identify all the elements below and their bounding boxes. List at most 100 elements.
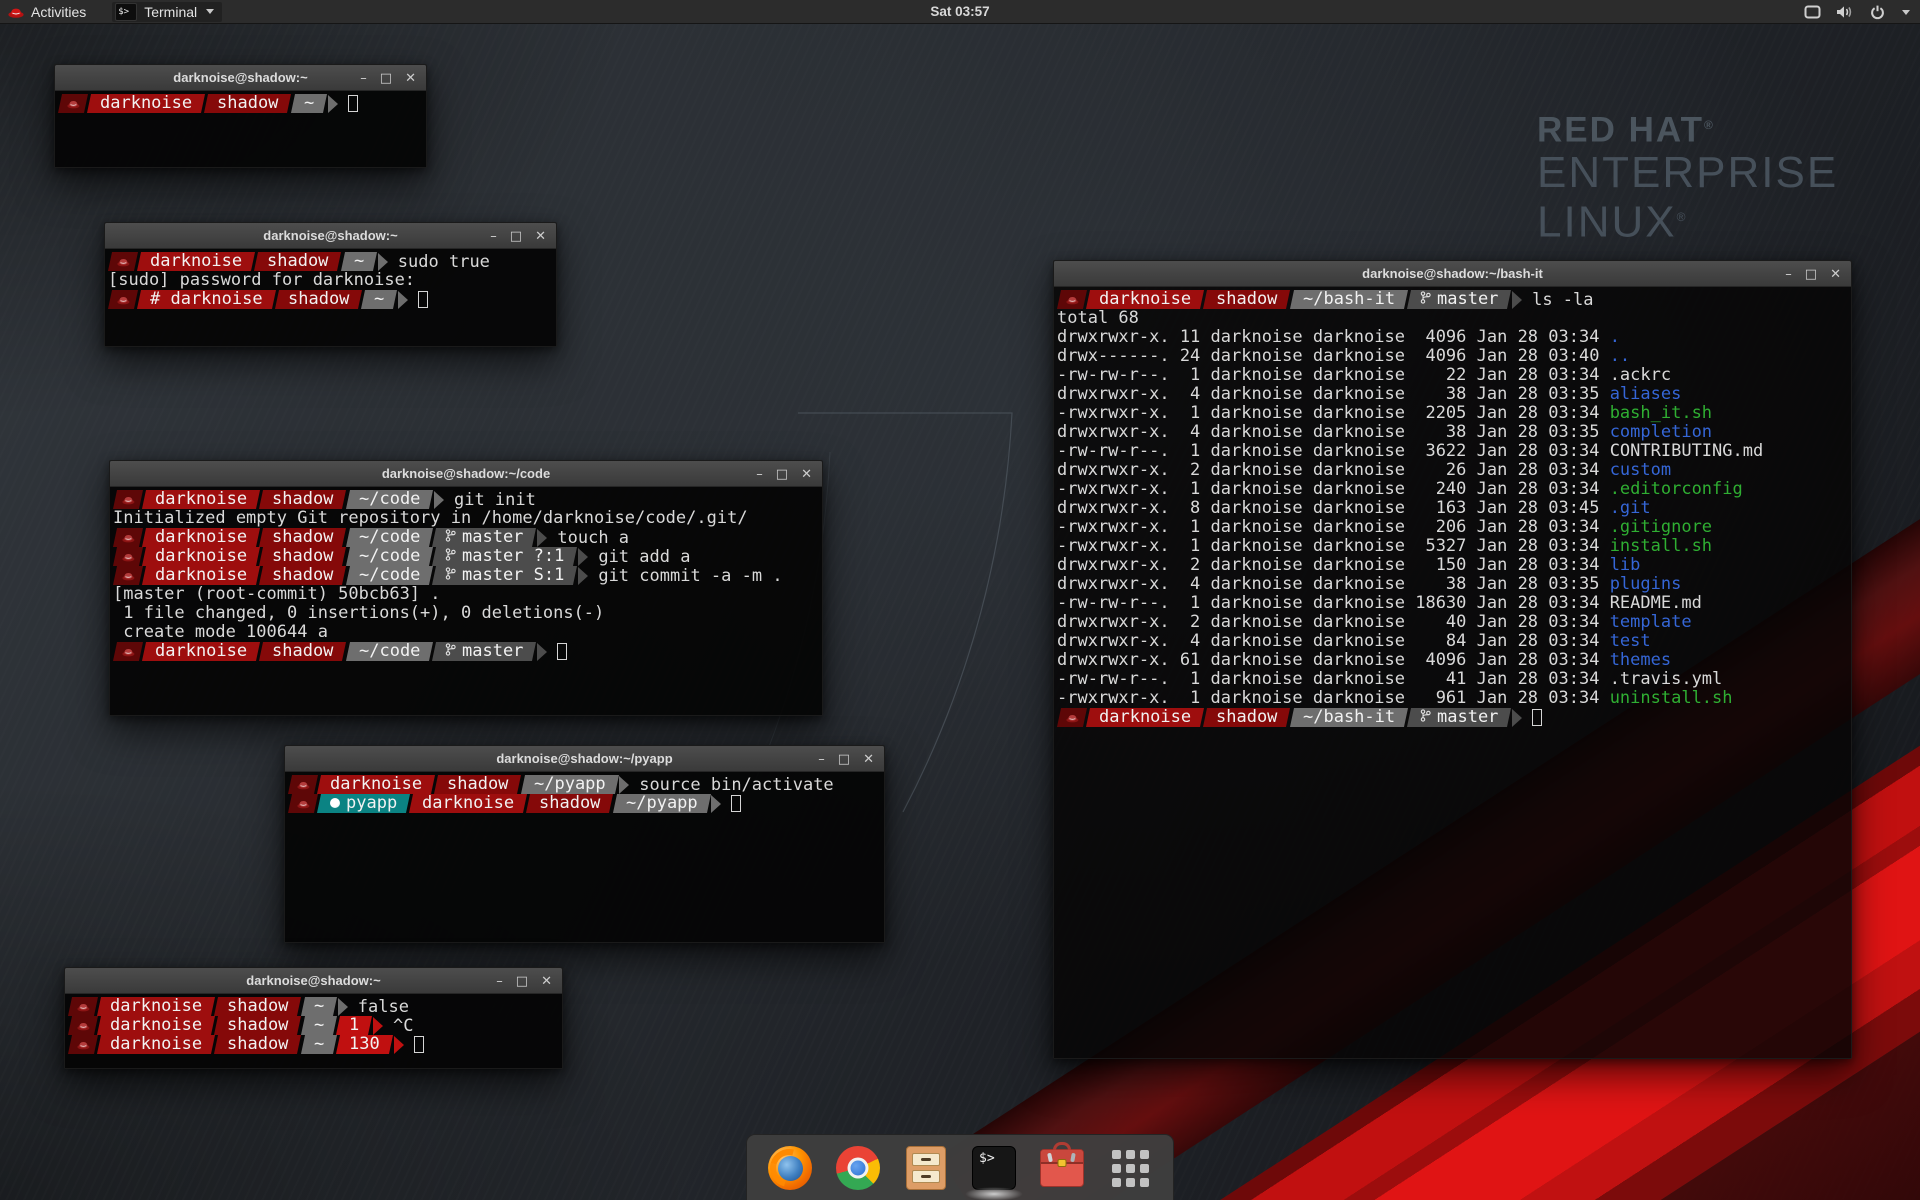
prompt-segment-user: darknoise (317, 775, 435, 794)
window-titlebar[interactable]: darknoise@shadow:~ –□ ✕ (65, 968, 562, 994)
window-titlebar[interactable]: darknoise@shadow:~/bash-it–□✕ (1054, 261, 1851, 287)
dock-item-app-grid[interactable] (1107, 1145, 1153, 1191)
app-grid-icon (1112, 1150, 1149, 1187)
close-button[interactable]: ✕ (405, 72, 416, 85)
terminal-cursor[interactable] (414, 1036, 424, 1053)
git-branch-icon (445, 548, 456, 561)
close-button[interactable]: ✕ (801, 468, 812, 481)
prompt-segment-exit: 130 (336, 1035, 393, 1054)
prompt-segment-user: darknoise (409, 794, 527, 813)
dock-item-terminal[interactable]: $> (971, 1145, 1017, 1191)
prompt-segment-path: ~/bash-it (1290, 708, 1408, 727)
terminal-output-line: Initialized empty Git repository in /hom… (113, 509, 819, 528)
window-titlebar[interactable]: darknoise@shadow:~/code–□✕ (110, 461, 822, 487)
power-icon[interactable] (1870, 5, 1885, 20)
terminal-cursor[interactable] (1532, 709, 1542, 726)
terminal-window-4[interactable]: darknoise@shadow:~/pyapp–□✕darknoiseshad… (284, 745, 885, 943)
git-branch-icon (1420, 291, 1431, 304)
ls-row: drwxrwxr-x. 2 darknoise darknoise 26 Jan… (1057, 461, 1848, 480)
ls-row: -rw-rw-r--. 1 darknoise darknoise 22 Jan… (1057, 366, 1848, 385)
ls-row: drwxrwxr-x. 2 darknoise darknoise 40 Jan… (1057, 613, 1848, 632)
red-hat-prompt-icon (1066, 295, 1079, 305)
ls-filename: .ackrc (1610, 365, 1671, 385)
dock-item-files[interactable] (903, 1145, 949, 1191)
dock-item-firefox[interactable] (767, 1145, 813, 1191)
terminal-window-6[interactable]: darknoise@shadow:~/bash-it–□✕darknoisesh… (1053, 260, 1852, 1059)
close-button[interactable]: ✕ (863, 753, 874, 766)
terminal-cursor[interactable] (731, 795, 741, 812)
prompt-segment-git: master (1407, 708, 1511, 727)
terminal-window-5[interactable]: darknoise@shadow:~ –□ ✕ darknoiseshadow~fal… (64, 967, 563, 1069)
minimize-button[interactable]: – (818, 753, 825, 766)
brand-linux: LINUX® (1537, 195, 1838, 245)
window-controls: –□ ✕ (496, 968, 552, 994)
prompt-segment-path: ~ (301, 1035, 337, 1054)
prompt-segment-host: shadow (1203, 290, 1290, 309)
close-button[interactable]: ✕ (541, 975, 552, 988)
volume-icon[interactable] (1836, 5, 1855, 19)
window-titlebar[interactable]: darknoise@shadow:~–□✕ (55, 65, 426, 91)
ls-filename: aliases (1610, 384, 1682, 404)
chevron-down-icon (1902, 10, 1910, 15)
prompt-segment-host: shadow (259, 642, 346, 661)
maximize-button[interactable]: □ (776, 468, 788, 481)
window-controls: –□ ✕ (756, 461, 812, 487)
minimize-button[interactable]: – (496, 975, 503, 988)
window-controls: –□ ✕ (360, 65, 416, 91)
terminal-content[interactable]: darknoiseshadow~ (55, 91, 426, 167)
typed-command: git commit -a -m . (598, 566, 782, 586)
maximize-button[interactable]: □ (510, 230, 522, 243)
prompt-line: darknoiseshadow~/codemaster (113, 642, 819, 661)
prompt-line: darknoiseshadow~/codemaster S:1git commi… (113, 566, 819, 585)
prompt-line: darknoiseshadow~/codemastertouch a (113, 528, 819, 547)
ls-filename: .. (1610, 346, 1630, 366)
prompt-segment-host: shadow (259, 566, 346, 585)
close-button[interactable]: ✕ (535, 230, 546, 243)
dock-item-toolbox[interactable] (1039, 1145, 1085, 1191)
maximize-button[interactable]: □ (1805, 268, 1817, 281)
terminal-content[interactable]: darknoiseshadow~falsedarknoiseshadow~1^C… (65, 994, 562, 1068)
maximize-button[interactable]: □ (516, 975, 528, 988)
prompt-line: # darknoiseshadow~ (108, 290, 553, 309)
terminal-icon: $> (972, 1146, 1016, 1190)
terminal-content[interactable]: darknoiseshadow~/pyappsource bin/activat… (285, 772, 884, 942)
maximize-button[interactable]: □ (380, 72, 392, 85)
terminal-content[interactable]: darknoiseshadow~/codegit initInitialized… (110, 487, 822, 715)
clock[interactable]: Sat 03:57 (930, 4, 989, 19)
prompt-segment-path: ~ (301, 997, 337, 1016)
terminal-content[interactable]: darknoiseshadow~/bash-itmasterls -latota… (1054, 287, 1851, 1058)
prompt-arrow (378, 253, 388, 271)
minimize-button[interactable]: – (360, 72, 367, 85)
terminal-cursor[interactable] (557, 643, 567, 660)
ls-row: -rwxrwxr-x. 1 darknoise darknoise 5327 J… (1057, 537, 1848, 556)
ls-filename: custom (1610, 460, 1671, 480)
app-menu-terminal[interactable]: $> Terminal (112, 2, 222, 22)
terminal-window-3[interactable]: darknoise@shadow:~/code–□✕darknoiseshado… (109, 460, 823, 716)
screen-indicator-icon[interactable] (1804, 5, 1821, 19)
close-button[interactable]: ✕ (1830, 268, 1841, 281)
ls-filename: uninstall.sh (1610, 688, 1733, 708)
activities-button[interactable]: Activities (8, 4, 86, 20)
minimize-button[interactable]: – (490, 230, 497, 243)
minimize-button[interactable]: – (756, 468, 763, 481)
terminal-content[interactable]: darknoiseshadow~sudo true[sudo] password… (105, 249, 556, 346)
window-titlebar[interactable]: darknoise@shadow:~ –□ ✕ (105, 223, 556, 249)
window-title: darknoise@shadow:~ (246, 973, 380, 988)
maximize-button[interactable]: □ (838, 753, 850, 766)
window-titlebar[interactable]: darknoise@shadow:~/pyapp–□✕ (285, 746, 884, 772)
files-icon (906, 1146, 946, 1190)
system-status-area[interactable] (1804, 0, 1910, 24)
minimize-button[interactable]: – (1785, 268, 1792, 281)
terminal-window-2[interactable]: darknoise@shadow:~ –□ ✕ darknoiseshadow~sud… (104, 222, 557, 347)
terminal-cursor[interactable] (418, 291, 428, 308)
dock-item-chrome[interactable] (835, 1145, 881, 1191)
prompt-line: pyappdarknoiseshadow~/pyapp (288, 794, 881, 813)
window-title: darknoise@shadow:~ (263, 228, 397, 243)
prompt-segment-user: darknoise (142, 642, 260, 661)
prompt-arrow (338, 998, 348, 1016)
terminal-window-1[interactable]: darknoise@shadow:~–□✕darknoiseshadow~ (54, 64, 427, 168)
ls-row: drwxrwxr-x. 8 darknoise darknoise 163 Ja… (1057, 499, 1848, 518)
prompt-arrow (537, 529, 547, 547)
terminal-cursor[interactable] (348, 95, 358, 112)
prompt-arrow (711, 795, 721, 813)
